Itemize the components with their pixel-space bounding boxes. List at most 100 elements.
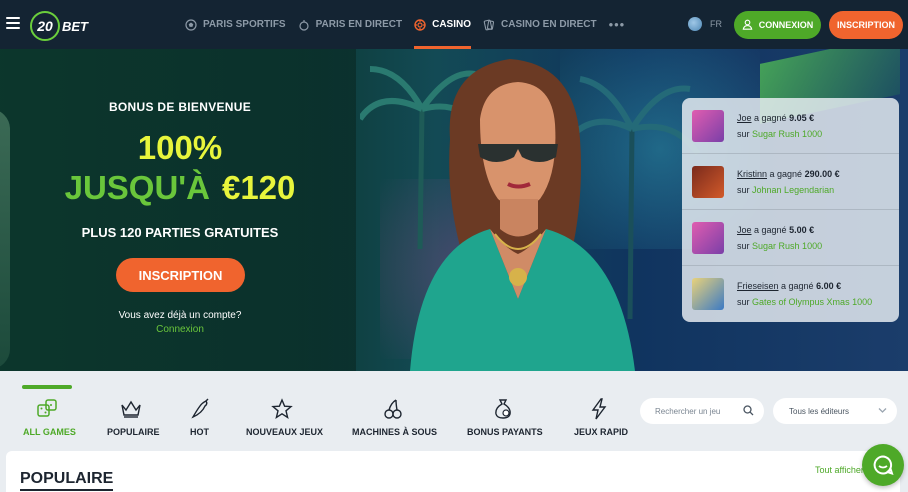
nav-label: CASINO EN DIRECT [501, 19, 597, 30]
winner-row[interactable]: Joe a gagné 5.00 € sur Sugar Rush 1000 [682, 210, 899, 266]
category-label: HOT [190, 427, 209, 437]
free-spins-text: PLUS 120 PARTIES GRATUITES [81, 225, 279, 240]
live-cards-icon [483, 19, 495, 31]
user-icon [742, 19, 753, 32]
nav-label: PARIS SPORTIFS [203, 19, 286, 30]
star-icon [271, 398, 293, 420]
nav-casino-en-direct[interactable]: CASINO EN DIRECT [483, 0, 597, 49]
nav-label: PARIS EN DIRECT [315, 19, 403, 30]
won-text: a gagné [754, 224, 787, 235]
game-thumbnail[interactable] [692, 165, 724, 198]
category-bonus-payants[interactable]: BONUS PAYANTS [467, 371, 543, 451]
nav-paris-sportifs[interactable]: PARIS SPORTIFS [185, 0, 286, 49]
logo-badge: 20 [30, 11, 60, 41]
language-code: FR [710, 19, 722, 29]
logo-text: BET [62, 18, 88, 34]
category-jeux-rapid[interactable]: JEUX RAPID [573, 371, 629, 451]
hero-login-link[interactable]: Connexion [0, 324, 360, 335]
provider-select-value: Tous les éditeurs [789, 406, 850, 416]
game-thumbnail[interactable] [692, 221, 724, 254]
popular-section: POPULAIRE Tout afficher [6, 451, 900, 492]
category-nouveaux-jeux[interactable]: NOUVEAUX JEUX [246, 371, 323, 451]
winner-game-link[interactable]: Sugar Rush 1000 [752, 241, 822, 251]
register-button[interactable]: INSCRIPTION [829, 11, 903, 39]
winner-text: Joe a gagné 9.05 € sur Sugar Rush 1000 [737, 110, 822, 142]
recent-winners-panel: Joe a gagné 9.05 € sur Sugar Rush 1000 K… [682, 98, 899, 322]
game-thumbnail[interactable] [692, 278, 724, 310]
have-account-text: Vous avez déjà un compte? [118, 310, 242, 321]
provider-select[interactable]: Tous les éditeurs [773, 398, 897, 424]
winner-name[interactable]: Frieseisen [737, 281, 779, 291]
category-populaire[interactable]: POPULAIRE [106, 371, 160, 451]
main-nav: PARIS SPORTIFS PARIS EN DIRECT CASINO CA… [185, 0, 625, 49]
winner-text: Frieseisen a gagné 6.00 € sur Gates of O… [737, 278, 872, 310]
cherries-icon [384, 399, 402, 419]
language-selector[interactable]: FR [688, 17, 722, 31]
win-amount: 6.00 € [816, 281, 842, 291]
winner-name[interactable]: Joe [737, 225, 752, 235]
winner-row[interactable]: Kristinn a gagné 290.00 € sur Johnan Leg… [682, 154, 899, 210]
live-chat-button[interactable] [862, 444, 904, 486]
on-text: sur [737, 297, 750, 307]
login-button[interactable]: CONNEXION [734, 11, 821, 39]
bonus-up-to: JUSQU'À [64, 169, 210, 206]
game-thumbnail[interactable] [692, 109, 724, 142]
casino-chip-icon [414, 18, 426, 31]
nav-label: CASINO [432, 19, 472, 30]
win-amount: 5.00 € [789, 224, 815, 235]
on-text: sur [737, 184, 750, 195]
soccer-ball-icon [185, 18, 197, 31]
category-all-games[interactable]: ALL GAMES [22, 371, 76, 451]
won-text: a gagné [769, 168, 803, 179]
category-label: ALL GAMES [23, 427, 76, 437]
bonus-amount: €120 [221, 169, 296, 206]
login-label: CONNEXION [758, 20, 814, 30]
chat-icon [873, 455, 894, 476]
winner-game-link[interactable]: Johnan Legendarian [752, 185, 834, 195]
globe-icon [688, 17, 702, 31]
hero-register-button[interactable]: INSCRIPTION [116, 258, 245, 292]
category-hot[interactable]: HOT [188, 371, 212, 451]
category-machines-a-sous[interactable]: MACHINES À SOUS [352, 371, 437, 451]
hero-banner: BONUS DE BIENVENUE 100% JUSQU'À €120 PLUS… [0, 49, 908, 371]
category-label: BONUS PAYANTS [467, 427, 543, 437]
won-text: a gagné [781, 281, 814, 291]
winner-game-link[interactable]: Gates of Olympus Xmas 1000 [752, 297, 872, 307]
hero-character-illustration [410, 59, 635, 371]
live-ball-icon [298, 19, 310, 31]
brand-logo[interactable]: 20 BET [30, 11, 88, 41]
section-title: POPULAIRE [20, 470, 114, 491]
winner-row[interactable]: Joe a gagné 9.05 € sur Sugar Rush 1000 [682, 98, 899, 154]
crown-icon [121, 400, 141, 418]
won-text: a gagné [754, 112, 787, 123]
nav-casino[interactable]: CASINO [414, 0, 471, 49]
win-amount: 9.05 € [789, 112, 815, 123]
bonus-percent: 100% [137, 129, 223, 166]
winner-game-link[interactable]: Sugar Rush 1000 [752, 129, 822, 139]
winner-text: Kristinn a gagné 290.00 € sur Johnan Leg… [737, 166, 840, 198]
bonus-panel [0, 49, 356, 371]
welcome-bonus-title: BONUS DE BIENVENUE [108, 100, 252, 114]
dice-icon [37, 399, 57, 417]
nav-paris-en-direct[interactable]: PARIS EN DIRECT [298, 0, 403, 49]
on-text: sur [737, 128, 750, 139]
money-bag-icon [495, 399, 511, 419]
see-all-link[interactable]: Tout afficher [815, 465, 864, 475]
chevron-down-icon [878, 408, 887, 413]
on-text: sur [737, 240, 750, 251]
active-indicator [22, 385, 72, 389]
win-amount: 290.00 € [804, 168, 840, 179]
game-search[interactable] [640, 398, 764, 424]
search-input[interactable] [655, 406, 741, 416]
hamburger-menu-icon[interactable] [6, 17, 20, 29]
category-bar: ALL GAMES POPULAIRE HOT NOUVEAUX JEUX MA… [0, 371, 908, 451]
more-menu-icon[interactable]: ••• [609, 17, 626, 32]
winner-row[interactable]: Frieseisen a gagné 6.00 € sur Gates of O… [682, 266, 899, 322]
category-label: JEUX RAPID [574, 427, 629, 437]
winner-name[interactable]: Kristinn [737, 169, 767, 179]
chili-icon [191, 398, 209, 419]
category-label: POPULAIRE [107, 427, 160, 437]
winner-name[interactable]: Joe [737, 113, 752, 123]
search-icon[interactable] [743, 405, 754, 416]
winner-text: Joe a gagné 5.00 € sur Sugar Rush 1000 [737, 222, 822, 254]
